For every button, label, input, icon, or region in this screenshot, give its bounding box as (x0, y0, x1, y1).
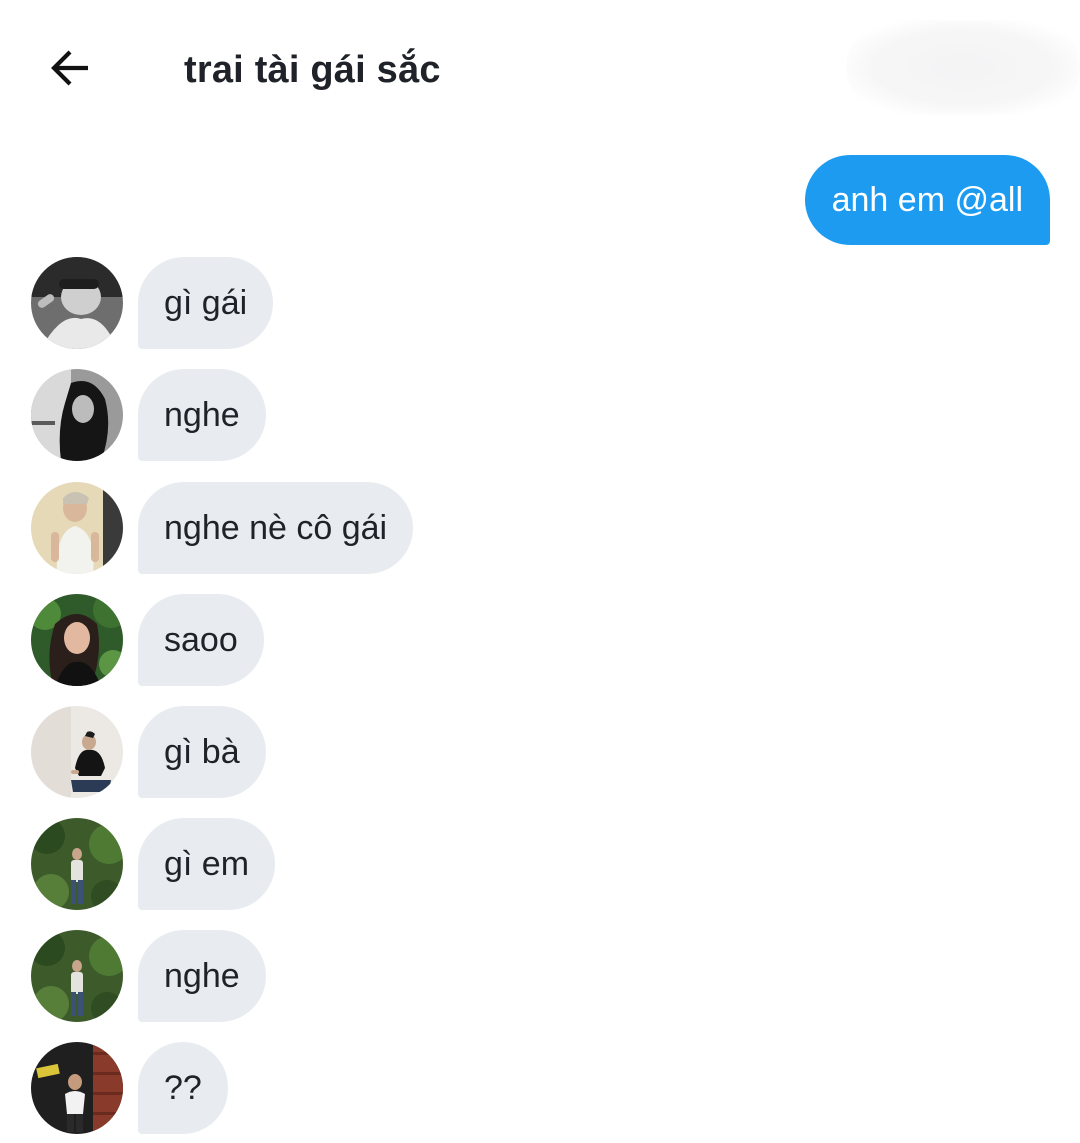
outgoing-message-bubble[interactable]: anh em @all (804, 155, 1050, 245)
avatar[interactable] (31, 1042, 123, 1134)
incoming-message-bubble[interactable]: gì em (138, 818, 276, 910)
avatar[interactable] (31, 482, 123, 574)
incoming-message-bubble[interactable]: gì bà (138, 706, 266, 798)
incoming-message-bubble[interactable]: gì gái (138, 257, 274, 349)
redacted-area (846, 20, 1080, 115)
chat-header: trai tài gái sắc (0, 0, 1080, 140)
chat-title: trai tài gái sắc (184, 49, 441, 91)
incoming-message-bubble[interactable]: ?? (138, 1042, 228, 1134)
incoming-message-bubble[interactable]: nghe (138, 369, 266, 461)
avatar[interactable] (31, 257, 123, 349)
avatar[interactable] (31, 706, 123, 798)
avatar[interactable] (31, 369, 123, 461)
avatar[interactable] (31, 930, 123, 1022)
avatar[interactable] (31, 594, 123, 686)
back-button[interactable] (44, 46, 96, 94)
avatar[interactable] (31, 818, 123, 910)
incoming-message-bubble[interactable]: nghe (138, 930, 266, 1022)
arrow-left-icon (48, 46, 92, 95)
incoming-message-bubble[interactable]: nghe nè cô gái (138, 482, 414, 574)
incoming-message-bubble[interactable]: saoo (138, 594, 264, 686)
